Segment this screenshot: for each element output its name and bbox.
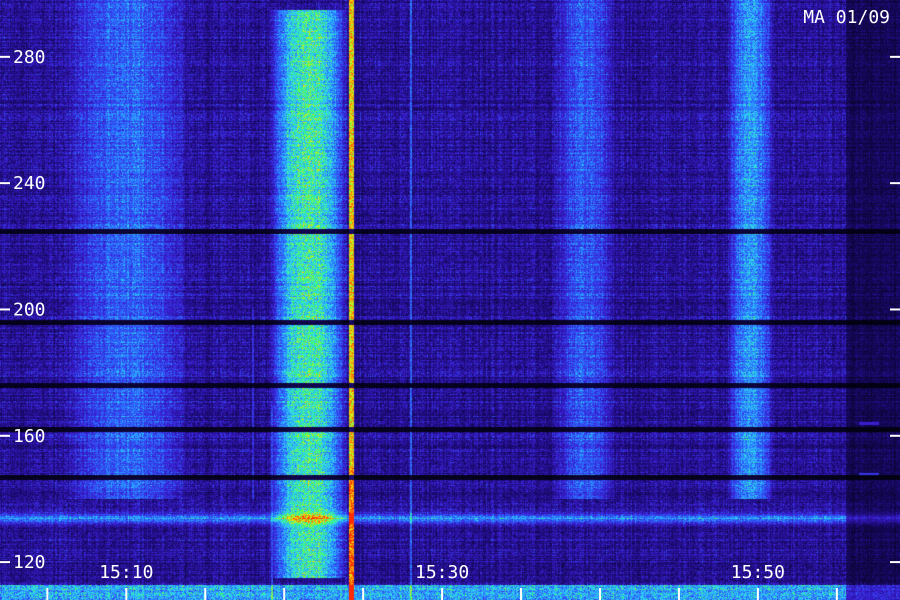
x-tick-label-1: 15:30 xyxy=(415,562,469,583)
y-axis: 120 160 200 240 280 xyxy=(0,47,900,573)
x-tick-label-2: 15:50 xyxy=(731,562,785,583)
y-tick-label-0: 120 xyxy=(13,552,46,573)
y-tick-label-4: 280 xyxy=(13,47,46,68)
x-axis: 15:10 15:30 15:50 xyxy=(46,562,838,600)
y-tick-label-3: 240 xyxy=(13,173,46,194)
x-tick-label-0: 15:10 xyxy=(99,562,153,583)
y-tick-label-1: 160 xyxy=(13,426,46,447)
axes-overlay: 120 160 200 240 280 15:10 15:30 15:50 MA 01/09 xyxy=(0,7,900,600)
y-tick-label-2: 200 xyxy=(13,299,46,320)
station-date-label: MA 01/09 xyxy=(803,7,890,28)
